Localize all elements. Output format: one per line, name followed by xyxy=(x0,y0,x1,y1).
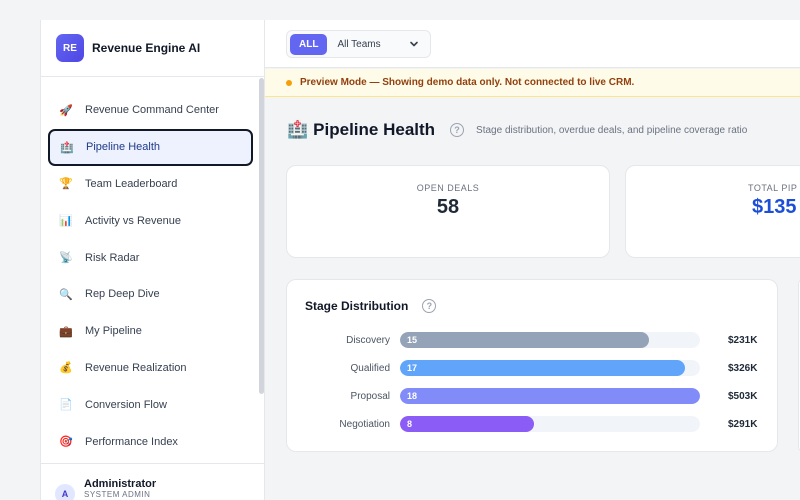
brand[interactable]: RE Revenue Engine AI xyxy=(41,20,264,77)
briefcase-icon: 💼 xyxy=(59,325,73,338)
sidebar-item-label: Activity vs Revenue xyxy=(85,214,181,227)
chevron-down-icon xyxy=(410,41,419,47)
sidebar-item-label: Risk Radar xyxy=(85,251,140,264)
stat-label: OPEN DEALS xyxy=(416,183,480,193)
money-bag-icon: 💰 xyxy=(59,362,73,375)
stage-distribution-panel: Stage Distribution ? Discovery 15 $231K Qua… xyxy=(286,279,778,452)
page-header: 🏥 Pipeline Health ? Stage distribution, … xyxy=(287,120,747,140)
stage-bar-track: 8 xyxy=(400,416,700,432)
sidebar-item-rep-deep-dive[interactable]: 🔍 Rep Deep Dive xyxy=(41,276,259,313)
help-icon[interactable]: ? xyxy=(422,299,437,313)
stage-amount: $291K xyxy=(728,418,758,430)
satellite-dish-icon: 📡 xyxy=(59,252,73,265)
stage-bar[interactable]: 15 xyxy=(400,332,649,348)
stage-amount: $326K xyxy=(728,362,758,374)
brand-logo: RE xyxy=(56,34,84,62)
stage-amount: $503K xyxy=(728,390,758,402)
sidebar-item-pipeline-health[interactable]: 🏥 Pipeline Health xyxy=(48,128,253,166)
stage-row: Qualified 17 $326K xyxy=(287,359,777,377)
stage-count: 15 xyxy=(407,335,418,345)
stage-amount: $231K xyxy=(728,334,758,346)
sidebar-item-label: Team Leaderboard xyxy=(85,177,178,190)
trophy-icon: 🏆 xyxy=(59,178,73,191)
stat-value: $135 xyxy=(752,196,797,218)
page-subtitle: Stage distribution, overdue deals, and p… xyxy=(476,124,748,136)
user-name: Administrator xyxy=(84,478,157,490)
team-select-value: All Teams xyxy=(337,38,381,50)
sidebar-item-label: Revenue Command Center xyxy=(85,104,219,117)
sidebar-item-conversion-flow[interactable]: 📄 Conversion Flow xyxy=(41,386,259,423)
stage-count: 8 xyxy=(407,419,413,429)
stat-card-total-pipeline: TOTAL PIP $135 xyxy=(625,165,800,258)
stage-label: Discovery xyxy=(346,334,390,346)
banner-text: Preview Mode — Showing demo data only. N… xyxy=(300,77,635,88)
sidebar-item-performance-index[interactable]: 🎯 Performance Index xyxy=(41,423,259,460)
magnifier-icon: 🔍 xyxy=(59,288,73,301)
stat-value: 58 xyxy=(436,196,460,218)
filter-all-button[interactable]: ALL xyxy=(290,33,328,55)
stage-row: Proposal 18 $503K xyxy=(287,387,777,405)
sidebar-item-team-leaderboard[interactable]: 🏆 Team Leaderboard xyxy=(41,166,259,203)
stage-count: 17 xyxy=(407,363,418,373)
hospital-icon: 🏥 xyxy=(287,120,309,139)
brand-name: Revenue Engine AI xyxy=(92,41,201,55)
panel-header: Stage Distribution ? xyxy=(305,299,437,313)
preview-banner: Preview Mode — Showing demo data only. N… xyxy=(265,69,800,97)
stage-bar[interactable]: 8 xyxy=(400,416,534,432)
main-content: ALL All Teams Preview Mode — Showing dem… xyxy=(265,20,800,500)
stage-label: Proposal xyxy=(350,390,390,402)
stage-count: 18 xyxy=(407,391,418,401)
bar-chart-icon: 📊 xyxy=(59,215,73,228)
help-icon[interactable]: ? xyxy=(450,123,465,137)
sidebar-item-label: Pipeline Health xyxy=(86,141,160,154)
sidebar-item-label: My Pipeline xyxy=(85,325,142,338)
stat-label: TOTAL PIP xyxy=(748,183,798,193)
sidebar-item-my-pipeline[interactable]: 💼 My Pipeline xyxy=(41,313,259,350)
sidebar-scrollbar[interactable] xyxy=(259,78,264,394)
sidebar-nav: 🚀 Revenue Command Center 🏥 Pipeline Health 🏆… xyxy=(41,92,259,460)
sidebar-item-risk-radar[interactable]: 📡 Risk Radar xyxy=(41,239,259,276)
stage-label: Qualified xyxy=(350,362,390,374)
stage-bar[interactable]: 17 xyxy=(400,360,685,376)
sidebar-item-label: Conversion Flow xyxy=(85,398,167,411)
stage-bar-track: 17 xyxy=(400,360,700,376)
panel-title: Stage Distribution xyxy=(305,299,409,313)
document-icon: 📄 xyxy=(59,399,73,412)
stage-bar-track: 18 xyxy=(400,388,700,404)
stage-row: Negotiation 8 $291K xyxy=(287,415,777,433)
warning-dot-icon xyxy=(286,79,292,86)
stage-bar[interactable]: 18 xyxy=(400,388,700,404)
team-select[interactable]: All Teams xyxy=(327,34,427,55)
team-filter: ALL All Teams xyxy=(286,30,432,58)
hospital-icon: 🏥 xyxy=(60,141,74,154)
stage-bar-track: 15 xyxy=(400,332,700,348)
stat-card-open-deals: OPEN DEALS 58 xyxy=(286,165,610,258)
avatar: A xyxy=(55,484,75,500)
topbar: ALL All Teams xyxy=(265,20,800,68)
page-title: Pipeline Health xyxy=(313,120,436,139)
sidebar-item-revenue-realization[interactable]: 💰 Revenue Realization xyxy=(41,350,259,387)
stage-row: Discovery 15 $231K xyxy=(287,331,777,349)
sidebar-item-label: Rep Deep Dive xyxy=(85,288,160,301)
user-profile[interactable]: A Administrator SYSTEM ADMIN xyxy=(41,463,264,500)
sidebar-item-revenue-command-center[interactable]: 🚀 Revenue Command Center xyxy=(41,92,259,129)
user-role: SYSTEM ADMIN xyxy=(84,490,151,499)
sidebar-item-label: Revenue Realization xyxy=(85,361,187,374)
sidebar-item-activity-vs-revenue[interactable]: 📊 Activity vs Revenue xyxy=(41,202,259,239)
stage-label: Negotiation xyxy=(339,418,390,430)
sidebar: RE Revenue Engine AI 🚀 Revenue Command Ce… xyxy=(40,20,265,500)
target-icon: 🎯 xyxy=(59,436,73,449)
rocket-icon: 🚀 xyxy=(59,104,73,117)
sidebar-item-label: Performance Index xyxy=(85,435,178,448)
